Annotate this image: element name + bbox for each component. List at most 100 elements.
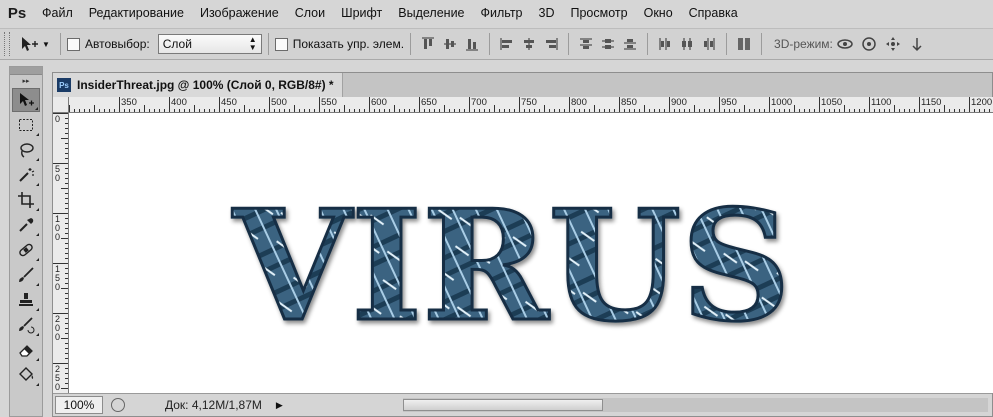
crop-tool[interactable]	[12, 188, 40, 212]
horizontal-ruler[interactable]: 350 400 450 500 550 600 650 700 750 800 850 900 950 1…	[69, 97, 993, 113]
horizontal-scrollbar-thumb[interactable]	[402, 399, 603, 411]
healing-brush-tool[interactable]	[12, 238, 40, 262]
distribute-left-edges-icon[interactable]	[657, 36, 673, 52]
ruler-label: 1150	[921, 97, 942, 108]
3d-roll-icon[interactable]	[860, 35, 878, 53]
status-info-icon[interactable]	[111, 398, 125, 412]
tools-panel-header[interactable]	[10, 67, 42, 75]
stamp-icon	[19, 293, 33, 306]
separator	[568, 33, 570, 55]
ruler-label: 200	[55, 314, 61, 342]
eyedropper-icon	[19, 218, 34, 232]
menu-select[interactable]: Выделение	[390, 0, 472, 26]
ruler-label: 1200	[971, 97, 993, 108]
vertical-ruler[interactable]: 0 50 100 150 200 250	[53, 113, 69, 393]
brush-tool[interactable]	[12, 263, 40, 287]
3d-pan-icon[interactable]	[884, 35, 902, 53]
distribute-vertical-centers-icon[interactable]	[600, 36, 616, 52]
horizontal-scrollbar[interactable]	[402, 398, 988, 412]
ruler-label: 750	[521, 97, 537, 108]
menu-layers[interactable]: Слои	[287, 0, 333, 26]
lasso-tool[interactable]	[12, 138, 40, 162]
3d-orbit-icon[interactable]	[836, 35, 854, 53]
menu-3d[interactable]: 3D	[531, 0, 563, 26]
3d-mode-label: 3D-режим:	[774, 37, 833, 51]
ruler-label: 150	[55, 264, 61, 292]
menu-filter[interactable]: Фильтр	[473, 0, 531, 26]
tools-panel-collapse-icon[interactable]: ▸▸	[10, 75, 42, 87]
ruler-label: 1100	[871, 97, 892, 108]
tools-panel: ▸▸	[9, 66, 43, 417]
separator	[647, 33, 649, 55]
menu-type[interactable]: Шрифт	[333, 0, 390, 26]
ruler-label: 900	[671, 97, 687, 108]
align-horizontal-centers-icon[interactable]	[521, 36, 537, 52]
eraser-tool[interactable]	[12, 338, 40, 362]
separator	[761, 33, 763, 55]
tool-preset-picker[interactable]: ▼	[18, 35, 54, 53]
history-brush-icon	[19, 317, 35, 334]
ruler-label: 950	[721, 97, 737, 108]
3d-slide-icon[interactable]	[908, 35, 926, 53]
ruler-label: 700	[471, 97, 487, 108]
zoom-level-field[interactable]: 100%	[55, 396, 103, 414]
history-brush-tool[interactable]	[12, 313, 40, 337]
show-transform-controls-checkbox[interactable]	[274, 37, 288, 51]
tool-flyout-indicator	[36, 133, 39, 136]
menu-bar: Ps Файл Редактирование Изображение Слои …	[0, 0, 993, 26]
document-tab[interactable]: Ps InsiderThreat.jpg @ 100% (Слой 0, RGB…	[53, 73, 343, 97]
menu-window[interactable]: Окно	[636, 0, 681, 26]
options-bar: ▼ Автовыбор: Слой ▲ ▼ Показать упр. элем.…	[0, 28, 993, 60]
separator	[267, 33, 269, 55]
auto-select-checkbox[interactable]	[67, 37, 80, 51]
auto-align-layers-icon[interactable]	[736, 36, 752, 52]
ruler-label: 800	[571, 97, 587, 108]
tool-flyout-indicator	[36, 158, 39, 161]
move-tool[interactable]	[12, 88, 40, 112]
ruler-label: 100	[55, 214, 61, 242]
distribute-bottom-edges-icon[interactable]	[622, 36, 638, 52]
status-bar: 100% Док: 4,12M/1,87M ▶	[53, 393, 992, 416]
auto-select-target-value: Слой	[162, 37, 192, 51]
distribute-horizontal-centers-icon[interactable]	[679, 36, 695, 52]
align-left-edges-icon[interactable]	[499, 36, 515, 52]
distribute-top-edges-icon[interactable]	[578, 36, 594, 52]
menu-view[interactable]: Просмотр	[563, 0, 636, 26]
ruler-label: 50	[55, 164, 61, 183]
quick-select-tool[interactable]	[12, 163, 40, 187]
tool-flyout-indicator	[36, 333, 39, 336]
ruler-origin[interactable]	[53, 97, 69, 113]
tool-flyout-indicator	[35, 107, 38, 110]
show-transform-controls-label: Показать упр. элем.	[292, 37, 405, 51]
magic-wand-icon	[19, 168, 35, 182]
marquee-tool[interactable]	[12, 113, 40, 137]
align-right-edges-icon[interactable]	[543, 36, 559, 52]
tool-flyout-indicator	[36, 183, 39, 186]
document-canvas[interactable]: VIRUS	[69, 113, 993, 393]
options-bar-grip[interactable]	[4, 32, 10, 56]
ruler-label: 1050	[821, 97, 843, 108]
ruler-label: 500	[271, 97, 287, 108]
menu-edit[interactable]: Редактирование	[81, 0, 192, 26]
separator	[60, 33, 61, 55]
virus-text-layer: VIRUS	[232, 176, 791, 355]
document-size-info: Док: 4,12M/1,87M	[165, 398, 262, 412]
ps-file-icon: Ps	[57, 78, 71, 92]
align-bottom-edges-icon[interactable]	[464, 36, 480, 52]
ruler-label: 350	[121, 97, 137, 108]
ruler-label: 1000	[771, 97, 793, 108]
auto-select-target-select[interactable]: Слой ▲ ▼	[157, 34, 262, 54]
menu-file[interactable]: Файл	[34, 0, 81, 26]
rectangle-marquee-icon	[19, 119, 33, 131]
eyedropper-tool[interactable]	[12, 213, 40, 237]
align-vertical-centers-icon[interactable]	[442, 36, 458, 52]
status-menu-arrow-icon[interactable]: ▶	[276, 400, 283, 411]
align-top-edges-icon[interactable]	[420, 36, 436, 52]
menu-image[interactable]: Изображение	[192, 0, 287, 26]
document-title: InsiderThreat.jpg @ 100% (Слой 0, RGB/8#…	[77, 78, 334, 92]
menu-help[interactable]: Справка	[681, 0, 746, 26]
paint-bucket-tool[interactable]	[12, 363, 40, 387]
spinner-arrows-icon: ▲ ▼	[248, 35, 257, 52]
clone-stamp-tool[interactable]	[12, 288, 40, 312]
distribute-right-edges-icon[interactable]	[701, 36, 717, 52]
